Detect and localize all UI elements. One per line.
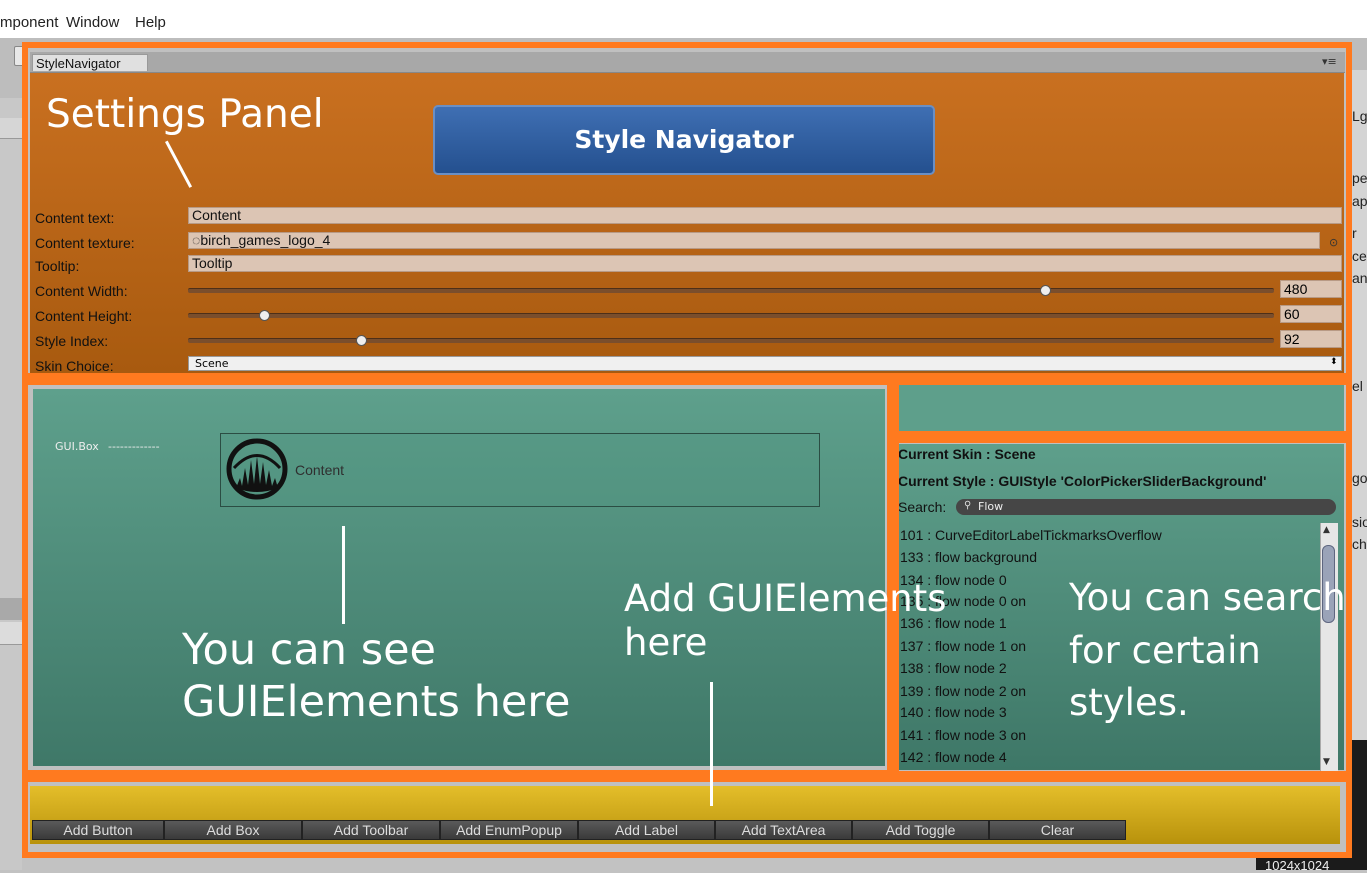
settings-panel-annotation: Settings Panel — [46, 92, 324, 137]
preview-annotation: You can see GUIElements here — [182, 625, 570, 728]
search-annotation-line3: styles. — [1069, 681, 1189, 725]
search-annotation: You can search for certain styles. — [1069, 572, 1346, 730]
right-panel-text: sion — [1352, 514, 1367, 530]
add-elements-annotation: Add GUIElements here — [624, 577, 947, 666]
menu-help[interactable]: Help — [135, 14, 166, 31]
menu-component[interactable]: mponent — [0, 14, 58, 31]
right-panel-text: ch — [1352, 536, 1367, 552]
right-top-outline — [893, 379, 1352, 437]
left-panel-divider — [0, 598, 22, 620]
menu-window[interactable]: Window — [66, 14, 119, 31]
left-editor-panel — [0, 98, 22, 870]
right-panel-text: pe — [1352, 170, 1367, 186]
preview-annotation-line — [342, 526, 345, 624]
texture-size-label: 1024x1024 — [1265, 858, 1330, 873]
right-panel-text: Lg — [1352, 108, 1367, 124]
right-panel-text: el — [1352, 378, 1363, 394]
preview-annotation-line2: GUIElements here — [182, 676, 571, 727]
left-panel-row — [0, 118, 22, 139]
right-panel-text: r — [1352, 225, 1357, 241]
add-elements-annotation-line2: here — [624, 621, 708, 665]
preview-annotation-line1: You can see — [182, 625, 437, 675]
right-panel-text: ap — [1352, 193, 1367, 209]
right-panel-text: gor — [1352, 470, 1367, 486]
left-panel-row — [0, 622, 22, 645]
right-panel-text: ce — [1352, 248, 1367, 264]
search-annotation-line1: You can search — [1069, 576, 1346, 619]
search-annotation-line2: for certain — [1069, 628, 1261, 672]
right-panel-text: an — [1352, 270, 1367, 286]
add-elements-annotation-line — [710, 682, 713, 806]
add-elements-annotation-line1: Add GUIElements — [624, 577, 947, 620]
menu-bar: mponent Window Help — [0, 0, 1367, 38]
buttons-bar-outline — [22, 776, 1352, 858]
